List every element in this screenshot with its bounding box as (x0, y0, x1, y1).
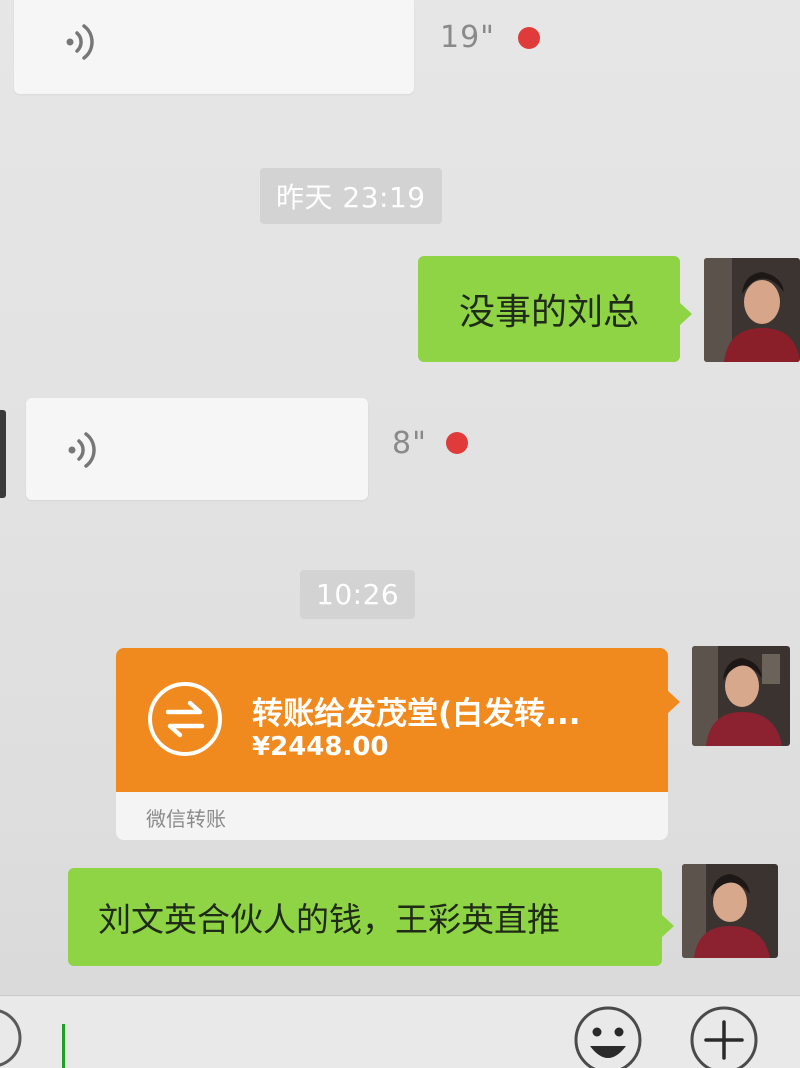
text-input-cursor[interactable] (62, 1024, 65, 1068)
voice-message-bubble[interactable] (26, 398, 368, 500)
message-text: 刘文英合伙人的钱，王彩英直推 (98, 900, 560, 939)
sent-text-bubble[interactable]: 没事的刘总 (418, 256, 692, 362)
chat-message-list[interactable]: 19" 昨天 23:19 没事的刘总 8" 10:26 转账给发茂堂(白发转..… (0, 0, 800, 995)
avatar[interactable] (0, 410, 6, 498)
timestamp: 10:26 (300, 570, 416, 619)
input-bar (0, 995, 800, 1068)
transfer-arrows-icon (148, 682, 222, 756)
transfer-card-footer: 微信转账 (116, 792, 668, 840)
avatar-photo (682, 864, 778, 958)
timestamp: 昨天 23:19 (260, 168, 442, 224)
voice-wave-icon (66, 24, 94, 60)
voice-wave-icon (68, 432, 96, 468)
avatar-photo (704, 258, 800, 362)
avatar[interactable] (682, 864, 778, 958)
unread-dot (446, 432, 468, 454)
voice-toggle-icon[interactable] (0, 996, 22, 1068)
transfer-card-body: 转账给发茂堂(白发转... ¥2448.00 (116, 648, 680, 792)
plus-icon[interactable] (684, 996, 764, 1068)
transfer-source-label: 微信转账 (146, 807, 226, 831)
avatar[interactable] (704, 258, 800, 362)
avatar[interactable] (692, 646, 790, 746)
transfer-card[interactable]: 转账给发茂堂(白发转... ¥2448.00 微信转账 (116, 648, 680, 840)
transfer-title: 转账给发茂堂(白发转... (252, 696, 581, 732)
avatar-photo (692, 646, 790, 746)
transfer-amount: ¥2448.00 (252, 732, 389, 762)
voice-duration: 19" (440, 20, 495, 55)
unread-dot (518, 27, 540, 49)
voice-message-bubble[interactable] (14, 0, 414, 94)
message-text: 没事的刘总 (458, 292, 639, 333)
emoji-icon[interactable] (568, 996, 648, 1068)
sent-text-bubble[interactable]: 刘文英合伙人的钱，王彩英直推 (68, 868, 674, 966)
voice-duration: 8" (392, 426, 427, 461)
